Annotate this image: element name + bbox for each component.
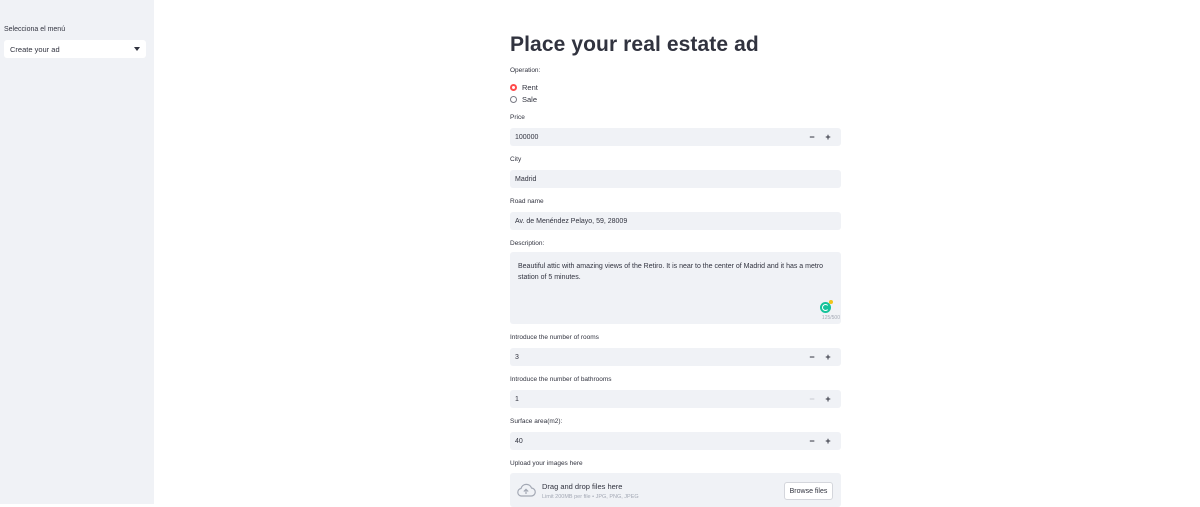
description-textarea[interactable]: Beautiful attic with amazing views of th… (510, 252, 841, 324)
operation-label: Operation: (510, 67, 541, 74)
description-value: Beautiful attic with amazing views of th… (518, 263, 824, 281)
price-input[interactable]: 100000 − + (510, 128, 841, 146)
menu-select-value: Create your ad (10, 44, 60, 54)
page-title: Place your real estate ad (510, 33, 759, 56)
dropzone-title: Drag and drop files here (542, 482, 623, 491)
road-input[interactable]: Av. de Menéndez Pelayo, 59, 28009 (510, 212, 841, 230)
menu-select-label: Selecciona el menú (4, 26, 66, 33)
upload-label: Upload your images here (510, 460, 583, 467)
surface-decrement-button[interactable]: − (804, 436, 820, 446)
surface-value: 40 (515, 437, 523, 445)
radio-rent-label: Rent (522, 83, 538, 92)
rooms-label: Introduce the number of rooms (510, 334, 599, 341)
radio-unselected-icon (510, 96, 517, 103)
rooms-input[interactable]: 3 − + (510, 348, 841, 366)
price-label: Price (510, 114, 525, 121)
surface-increment-button[interactable]: + (820, 436, 836, 446)
bathrooms-label: Introduce the number of bathrooms (510, 376, 612, 383)
price-increment-button[interactable]: + (820, 132, 836, 142)
radio-rent[interactable]: Rent (510, 83, 538, 92)
price-decrement-button[interactable]: − (804, 132, 820, 142)
rooms-increment-button[interactable]: + (820, 352, 836, 362)
grammarly-icon[interactable] (820, 300, 833, 313)
browse-files-button[interactable]: Browse files (784, 482, 833, 500)
menu-select[interactable]: Create your ad (4, 40, 146, 58)
description-label: Description: (510, 240, 545, 247)
rooms-value: 3 (515, 353, 519, 361)
city-label: City (510, 156, 522, 163)
road-label: Road name (510, 198, 544, 205)
city-value: Madrid (515, 175, 537, 183)
bathrooms-increment-button[interactable]: + (820, 394, 836, 404)
radio-sale-label: Sale (522, 95, 538, 104)
surface-input[interactable]: 40 − + (510, 432, 841, 450)
city-input[interactable]: Madrid (510, 170, 841, 188)
rooms-decrement-button[interactable]: − (804, 352, 820, 362)
description-char-count: 125/500 (821, 315, 840, 321)
bathrooms-decrement-button[interactable]: − (804, 394, 820, 404)
file-dropzone[interactable]: Drag and drop files here Limit 200MB per… (510, 473, 841, 507)
bathrooms-value: 1 (515, 395, 519, 403)
bathrooms-input[interactable]: 1 − + (510, 390, 841, 408)
radio-sale[interactable]: Sale (510, 95, 537, 104)
price-value: 100000 (515, 133, 539, 141)
cloud-upload-icon (517, 483, 536, 497)
chevron-down-icon (134, 47, 140, 51)
sidebar: Selecciona el menú Create your ad (0, 0, 154, 504)
dropzone-limit: Limit 200MB per file • JPG, PNG, JPEG (542, 494, 639, 500)
road-value: Av. de Menéndez Pelayo, 59, 28009 (515, 217, 628, 225)
surface-label: Surface area(m2): (510, 418, 563, 425)
radio-selected-icon (510, 84, 517, 91)
